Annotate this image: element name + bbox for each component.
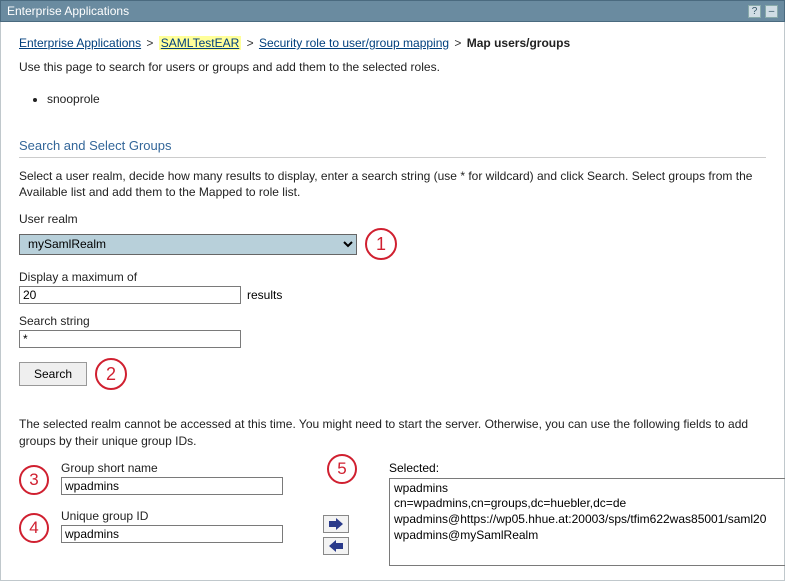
minimize-icon[interactable]: – — [765, 5, 778, 18]
user-realm-select[interactable]: mySamlRealm — [19, 234, 357, 255]
user-realm-row: User realm mySamlRealm 1 — [19, 212, 766, 260]
unique-group-id-row: Unique group ID — [61, 509, 283, 543]
markers-column: 3 4 — [19, 461, 49, 543]
main-panel: Enterprise Applications > SAMLTestEAR > … — [0, 22, 785, 581]
title-bar: Enterprise Applications ? – — [0, 0, 785, 22]
group-short-name-input[interactable] — [61, 477, 283, 495]
breadcrumb: Enterprise Applications > SAMLTestEAR > … — [19, 36, 766, 50]
arrow-right-icon — [329, 518, 343, 530]
selected-listbox[interactable]: wpadmins cn=wpadmins,cn=groups,dc=hueble… — [389, 478, 785, 566]
unique-group-id-label: Unique group ID — [61, 509, 283, 523]
selected-item[interactable]: wpadmins@mySamlRealm — [394, 528, 784, 544]
search-string-label: Search string — [19, 314, 766, 328]
transfer-buttons-column: 5 — [323, 461, 349, 555]
selected-label: Selected: — [389, 461, 785, 475]
help-icon[interactable]: ? — [748, 5, 761, 18]
section-note: Select a user realm, decide how many res… — [19, 168, 766, 200]
remove-from-selected-button[interactable] — [323, 537, 349, 555]
search-button[interactable]: Search — [19, 362, 87, 386]
search-button-row: Search 2 — [19, 358, 766, 390]
breadcrumb-sep: > — [247, 36, 254, 50]
role-list: snooprole — [47, 92, 766, 106]
annotation-marker-1: 1 — [365, 228, 397, 260]
title-bar-text: Enterprise Applications — [7, 4, 129, 18]
annotation-marker-5: 5 — [327, 454, 357, 484]
role-list-item: snooprole — [47, 92, 766, 106]
annotation-marker-3: 3 — [19, 465, 49, 495]
selected-item[interactable]: wpadmins@https://wp05.hhue.at:20003/sps/… — [394, 512, 784, 528]
display-max-input[interactable] — [19, 286, 241, 304]
annotation-marker-2: 2 — [95, 358, 127, 390]
selected-item[interactable]: wpadmins — [394, 481, 784, 497]
section-header: Search and Select Groups — [19, 134, 766, 158]
search-string-input[interactable] — [19, 330, 241, 348]
user-realm-label: User realm — [19, 212, 766, 226]
page-description: Use this page to search for users or gro… — [19, 60, 766, 74]
breadcrumb-current: Map users/groups — [467, 36, 570, 50]
breadcrumb-link-enterprise-applications[interactable]: Enterprise Applications — [19, 36, 141, 50]
group-short-name-label: Group short name — [61, 461, 283, 475]
left-column: 3 4 Group short name Unique group ID — [19, 461, 283, 557]
marker-5-wrap: 5 — [327, 454, 357, 484]
breadcrumb-link-security-role[interactable]: Security role to user/group mapping — [259, 36, 449, 50]
group-short-name-row: Group short name — [61, 461, 283, 495]
realm-error-message: The selected realm cannot be accessed at… — [19, 416, 766, 448]
display-max-row: Display a maximum of results — [19, 270, 766, 304]
breadcrumb-link-samltestear[interactable]: SAMLTestEAR — [159, 36, 241, 50]
annotation-marker-4: 4 — [19, 513, 49, 543]
lower-section: 3 4 Group short name Unique group ID — [19, 461, 766, 566]
breadcrumb-sep: > — [454, 36, 461, 50]
add-to-selected-button[interactable] — [323, 515, 349, 533]
display-max-label: Display a maximum of — [19, 270, 766, 284]
selected-item[interactable]: cn=wpadmins,cn=groups,dc=huebler,dc=de — [394, 496, 784, 512]
group-fields-column: Group short name Unique group ID — [61, 461, 283, 557]
content-area: Enterprise Applications > SAMLTestEAR > … — [1, 22, 784, 580]
selected-column: Selected: wpadmins cn=wpadmins,cn=groups… — [389, 461, 785, 566]
unique-group-id-input[interactable] — [61, 525, 283, 543]
breadcrumb-sep: > — [146, 36, 153, 50]
results-row: results — [19, 286, 766, 304]
results-suffix: results — [247, 288, 282, 302]
realm-row: mySamlRealm 1 — [19, 228, 766, 260]
arrow-left-icon — [329, 540, 343, 552]
search-string-row: Search string — [19, 314, 766, 348]
title-bar-icons: ? – — [748, 5, 778, 18]
